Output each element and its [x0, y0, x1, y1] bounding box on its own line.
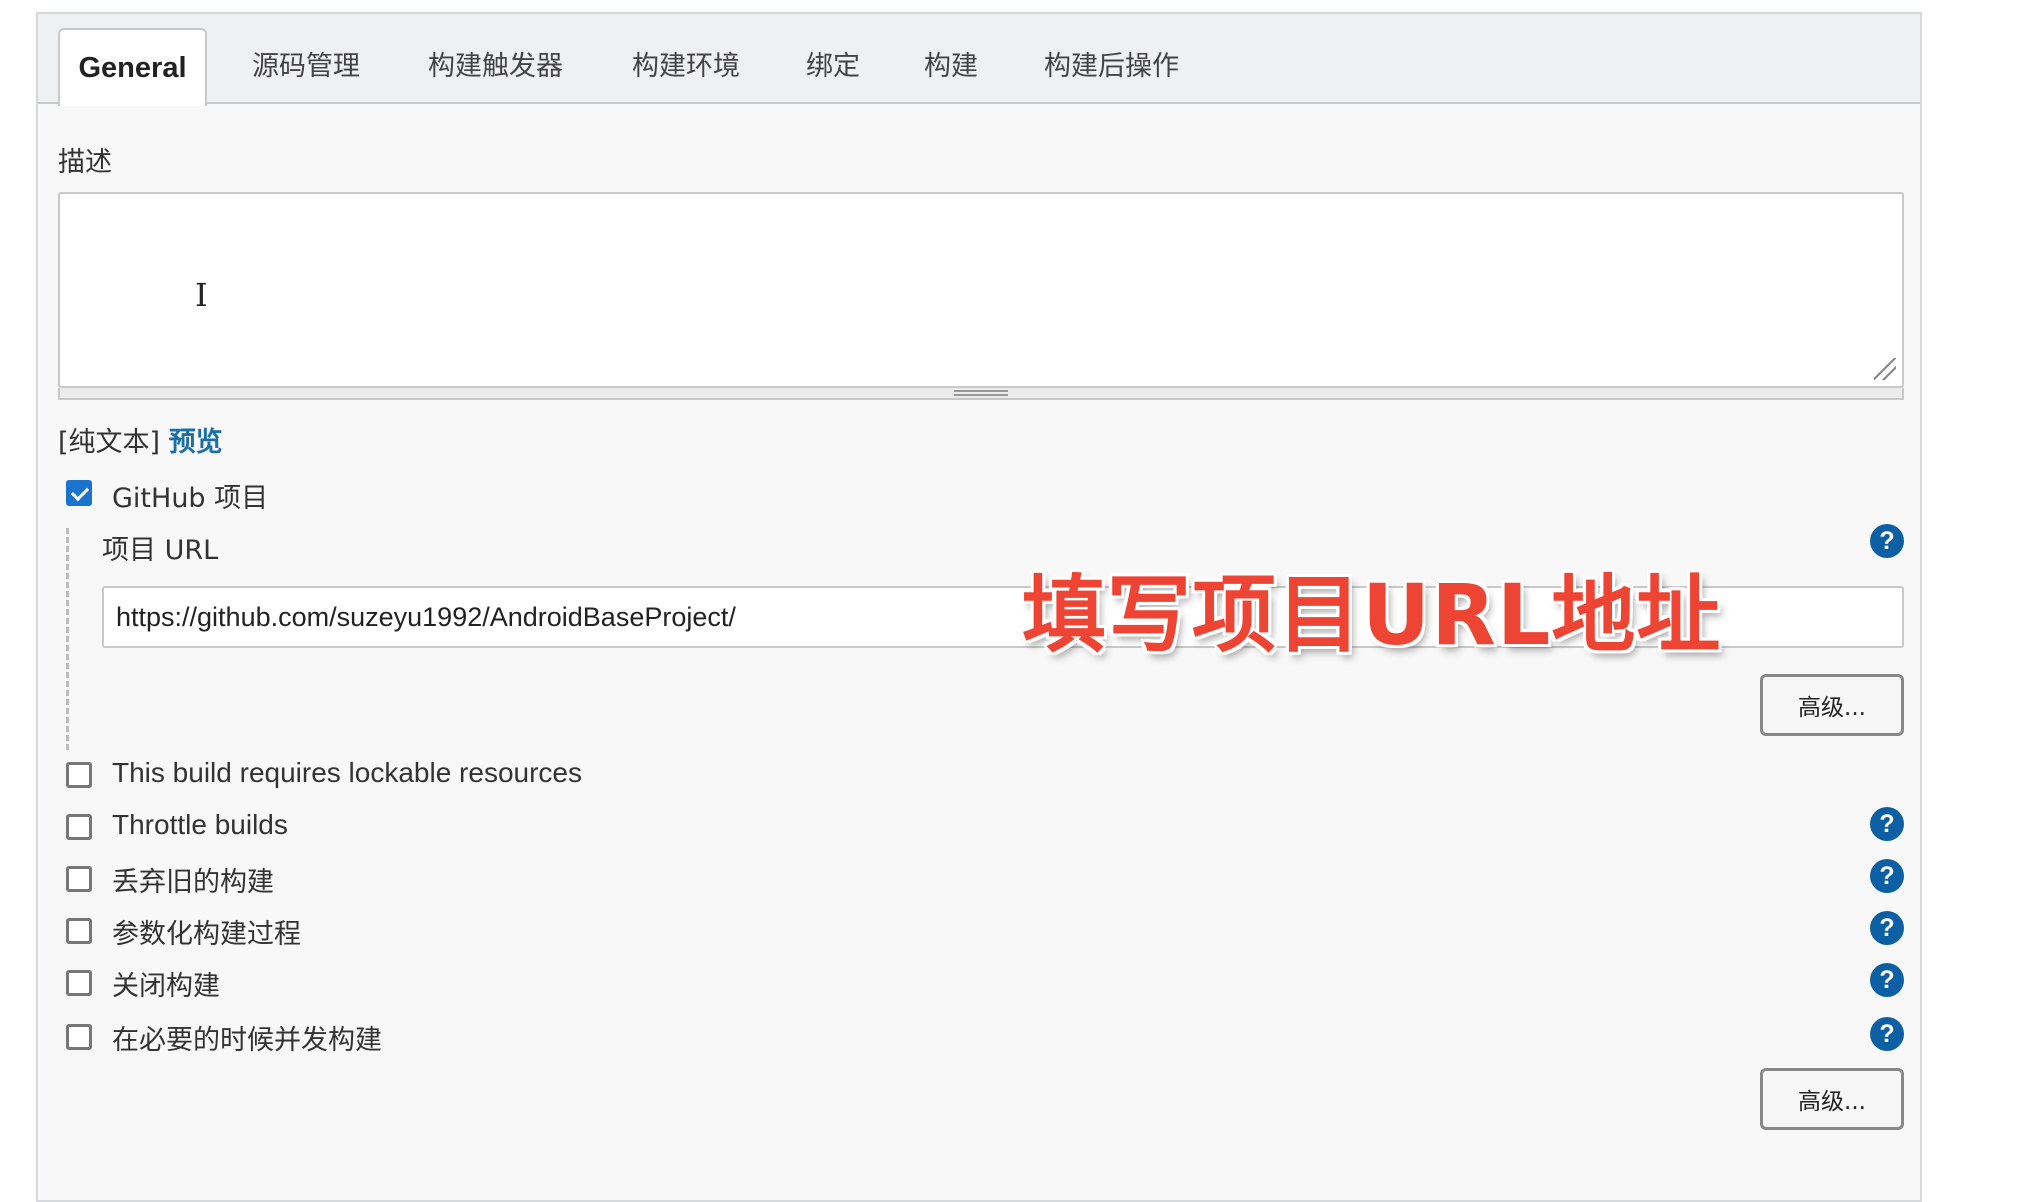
project-url-value: https://github.com/suzeyu1992/AndroidBas… [116, 601, 736, 632]
help-icon[interactable]: ? [1870, 807, 1904, 841]
concurrent-builds-checkbox[interactable] [66, 1024, 92, 1050]
tab-build-environment[interactable]: 构建环境 [632, 44, 740, 83]
github-project-label: GitHub 项目 [112, 483, 269, 514]
tab-source-control[interactable]: 源码管理 [252, 44, 360, 83]
disable-build-checkbox[interactable] [66, 970, 92, 996]
tab-post-build[interactable]: 构建后操作 [1044, 44, 1179, 83]
throttle-builds-label: Throttle builds [112, 809, 288, 840]
parameterized-build-label: 参数化构建过程 [112, 919, 301, 950]
tab-general[interactable]: General [58, 28, 207, 106]
throttle-builds-checkbox[interactable] [66, 814, 92, 840]
tab-build-triggers[interactable]: 构建触发器 [428, 44, 563, 83]
tab-bar: General 源码管理 构建触发器 构建环境 绑定 构建 构建后操作 [38, 14, 1920, 106]
help-icon[interactable]: ? [1870, 859, 1904, 893]
discard-old-builds-checkbox[interactable] [66, 866, 92, 892]
advanced-button-bottom[interactable]: 高级... [1760, 1068, 1904, 1130]
drag-handle-icon [954, 390, 1008, 396]
lockable-resources-label: This build requires lockable resources [112, 757, 582, 788]
help-icon[interactable]: ? [1870, 963, 1904, 997]
preview-link[interactable]: 预览 [169, 427, 223, 458]
help-icon[interactable]: ? [1870, 1017, 1904, 1051]
lockable-resources-checkbox[interactable] [66, 762, 92, 788]
parameterized-build-checkbox[interactable] [66, 918, 92, 944]
description-format-row: [纯文本] 预览 [58, 420, 223, 459]
github-project-checkbox[interactable] [66, 480, 92, 506]
text-cursor-icon: I [195, 276, 208, 314]
description-textarea[interactable] [58, 192, 1904, 388]
tab-build[interactable]: 构建 [924, 44, 978, 83]
textarea-resize-handle[interactable] [58, 388, 1904, 400]
resize-grip-icon[interactable] [1874, 358, 1896, 380]
nested-section-divider [66, 528, 69, 750]
disable-build-label: 关闭构建 [112, 971, 220, 1002]
project-url-label: 项目 URL [102, 535, 219, 566]
tab-bindings[interactable]: 绑定 [806, 44, 860, 83]
help-icon[interactable]: ? [1870, 911, 1904, 945]
description-label: 描述 [58, 147, 112, 178]
annotation-callout: 填写项目URL地址 [1022, 566, 1722, 664]
concurrent-builds-label: 在必要的时候并发构建 [112, 1025, 382, 1056]
advanced-button[interactable]: 高级... [1760, 674, 1904, 736]
format-label: [纯文本] [58, 427, 161, 458]
help-icon[interactable]: ? [1870, 524, 1904, 558]
discard-old-builds-label: 丢弃旧的构建 [112, 867, 274, 898]
